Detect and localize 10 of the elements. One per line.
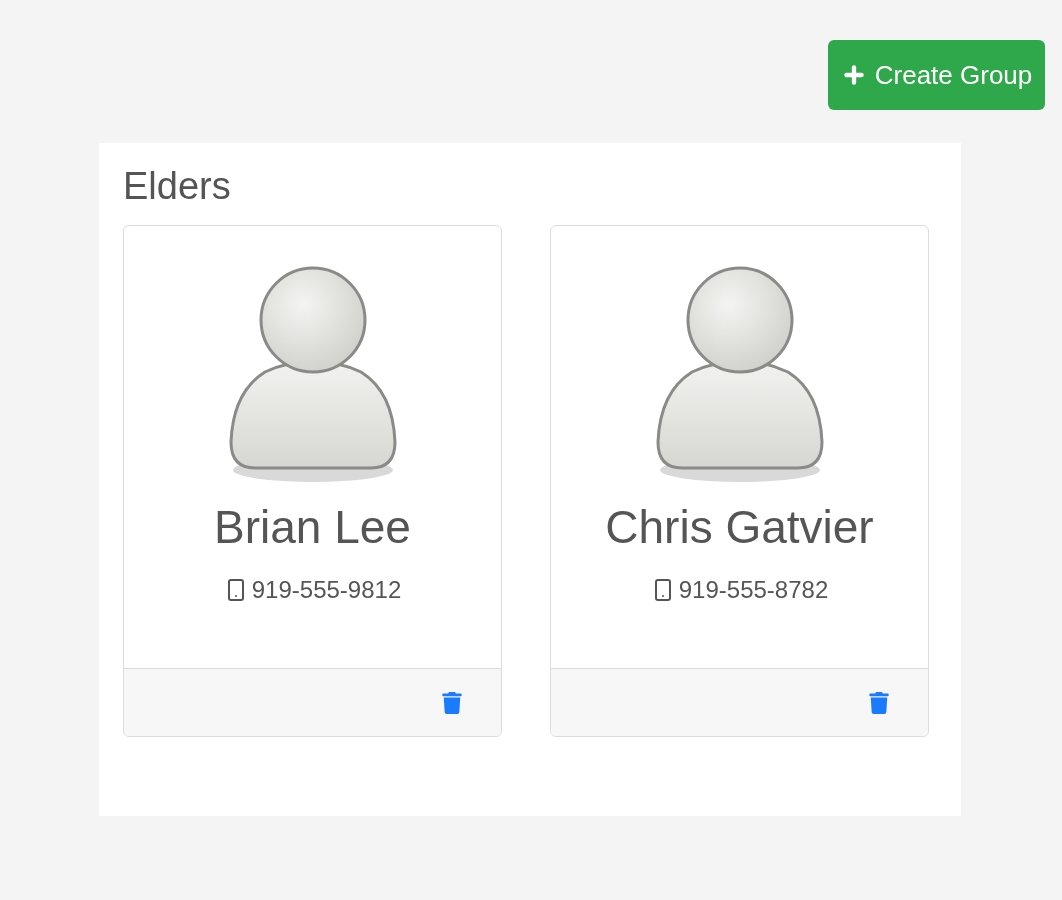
member-phone: 919-555-9812 xyxy=(251,575,402,605)
member-phone: 919-555-8782 xyxy=(678,575,829,605)
member-name: Chris Gatvier xyxy=(605,504,874,550)
member-name: Brian Lee xyxy=(214,504,411,550)
trash-icon xyxy=(868,691,890,714)
delete-button[interactable] xyxy=(868,691,890,714)
create-group-button[interactable]: Create Group xyxy=(828,40,1045,110)
trash-icon xyxy=(441,691,463,714)
group-title: Elders xyxy=(123,167,232,205)
delete-button[interactable] xyxy=(441,691,463,714)
